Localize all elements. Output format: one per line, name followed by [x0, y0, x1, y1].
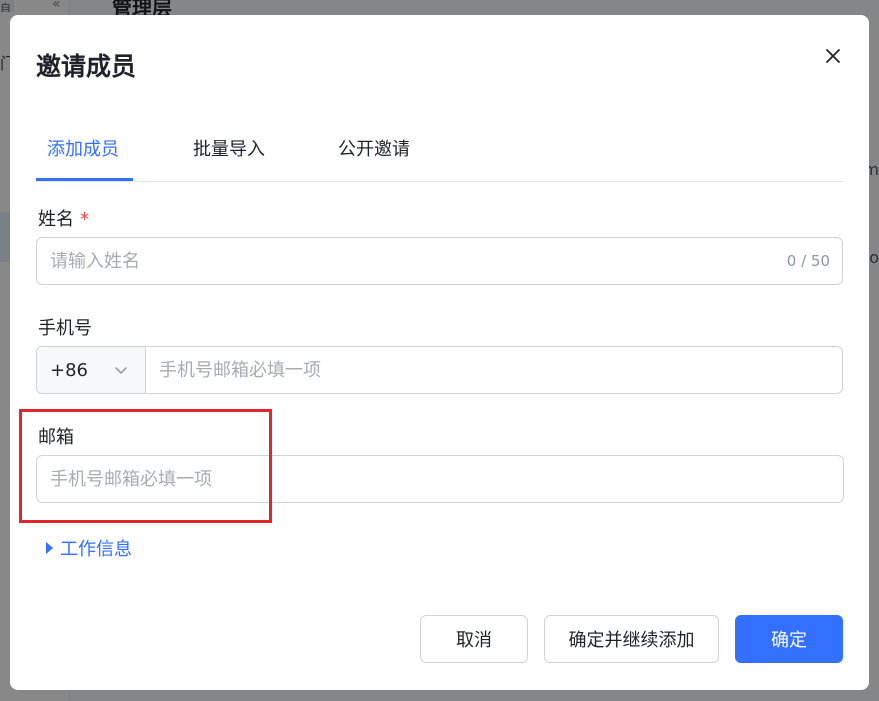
tab-bar: 添加成员 批量导入 公开邀请 [36, 115, 843, 182]
name-char-counter: 0 / 50 [786, 252, 830, 270]
invite-member-dialog: 邀请成员 添加成员 批量导入 公开邀请 姓名* 0 / 50 手机号 +86 邮… [10, 15, 869, 690]
name-label: 姓名 * [38, 205, 89, 231]
phone-input[interactable] [146, 347, 842, 393]
name-label-text: 姓名 [38, 209, 74, 230]
chevron-down-icon [115, 367, 127, 374]
tab-public-invite[interactable]: 公开邀请 [338, 135, 410, 161]
tab-bulk-import[interactable]: 批量导入 [193, 135, 265, 161]
phone-field: +86 [36, 346, 843, 394]
close-icon [826, 49, 840, 63]
cancel-button[interactable]: 取消 [420, 615, 528, 663]
name-field: 0 / 50 [36, 237, 843, 285]
country-code-select[interactable]: +86 [37, 347, 146, 393]
phone-label: 手机号 [38, 318, 92, 339]
dialog-title: 邀请成员 [36, 52, 137, 81]
caret-right-icon [46, 542, 53, 554]
confirm-button[interactable]: 确定 [735, 615, 843, 663]
confirm-and-continue-button[interactable]: 确定并继续添加 [544, 615, 719, 663]
work-info-label: 工作信息 [60, 539, 132, 560]
country-code-value: +86 [50, 359, 88, 381]
required-mark: * [80, 209, 89, 230]
highlight-box [19, 409, 272, 523]
close-button[interactable] [822, 45, 844, 67]
name-input[interactable] [37, 238, 787, 284]
tab-add-member[interactable]: 添加成员 [47, 135, 119, 161]
work-info-toggle[interactable]: 工作信息 [46, 535, 132, 561]
active-tab-indicator [36, 178, 133, 181]
